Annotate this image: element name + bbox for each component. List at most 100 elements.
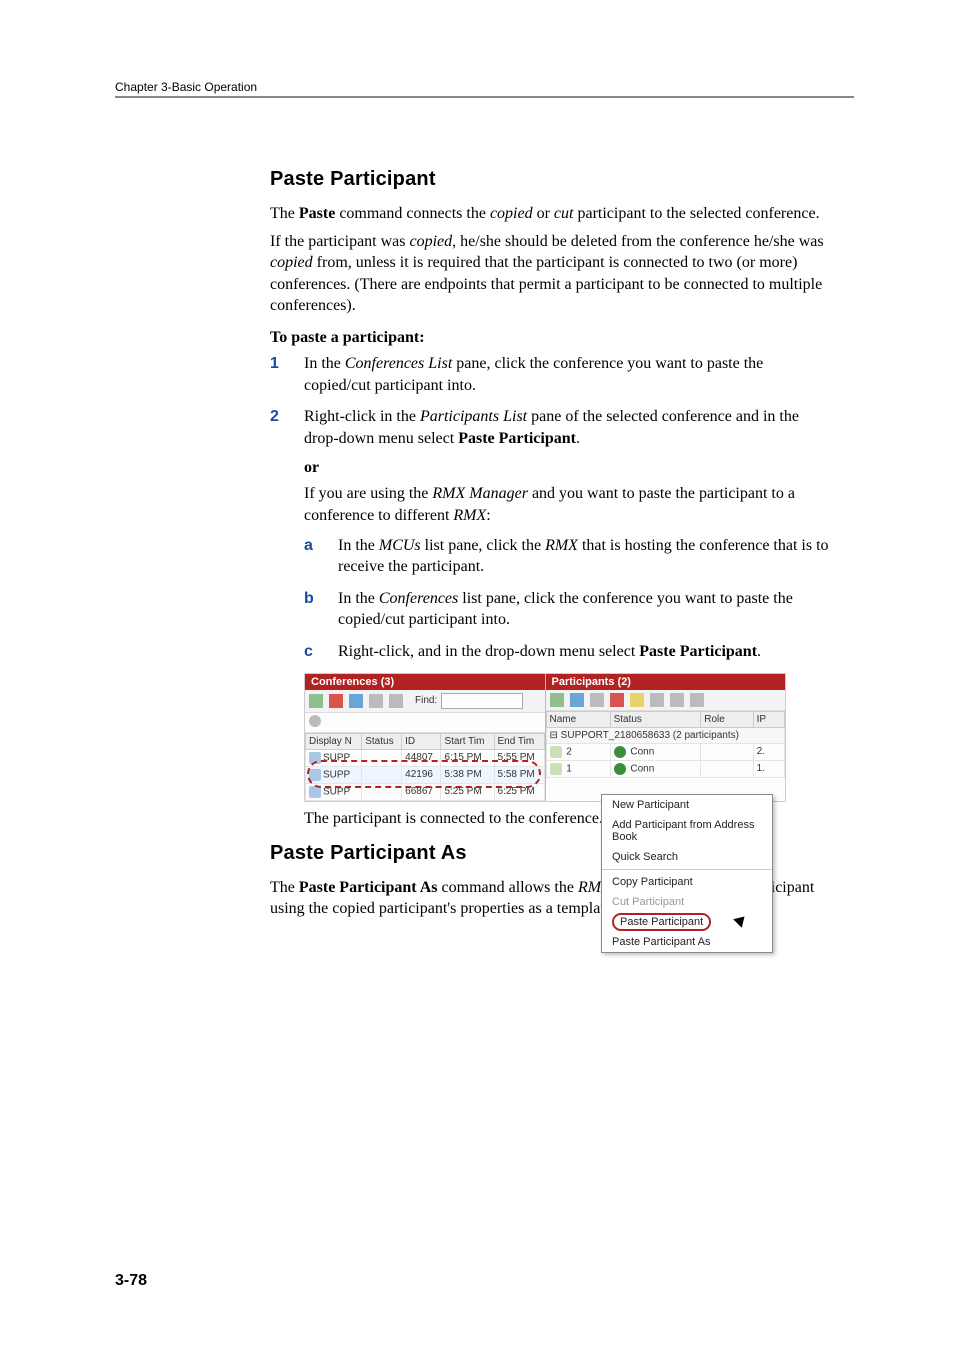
text-italic: RMX xyxy=(545,537,578,554)
text: . xyxy=(576,430,580,447)
section-title-paste-participant: Paste Participant xyxy=(270,168,829,191)
tool-icon[interactable] xyxy=(670,693,684,707)
group-row[interactable]: ⊟ SUPPORT_2180658633 (2 participants) xyxy=(546,727,785,743)
embedded-screenshot: Conferences (3) Find: xyxy=(304,673,786,802)
text: command connects the xyxy=(335,205,490,222)
delete-icon[interactable] xyxy=(329,694,343,708)
table-header-row: Display N Status ID Start Tim End Tim xyxy=(306,733,545,749)
conference-icon xyxy=(309,786,321,798)
menu-quick-search[interactable]: Quick Search xyxy=(602,847,772,867)
status-connected-icon xyxy=(614,763,626,775)
text: In the xyxy=(304,355,345,372)
cell: 1 xyxy=(566,763,572,774)
table-header-row: Name Status Role IP xyxy=(546,711,785,727)
after-or-para: If you are using the RMX Manager and you… xyxy=(304,483,829,526)
conference-icon xyxy=(309,752,321,764)
text: In the xyxy=(338,537,379,554)
participant-icon xyxy=(550,763,562,775)
text: or xyxy=(533,205,554,222)
conferences-table: Display N Status ID Start Tim End Tim SU… xyxy=(305,733,545,801)
addressbook-icon[interactable] xyxy=(570,693,584,707)
group-label: SUPPORT_2180658633 (2 participants) xyxy=(561,730,739,741)
add-icon[interactable] xyxy=(309,694,323,708)
cell: 2. xyxy=(753,743,784,760)
col-display[interactable]: Display N xyxy=(306,733,362,749)
text-bold: Paste xyxy=(299,205,335,222)
pause-icon[interactable] xyxy=(389,694,403,708)
text: from, unless it is required that the par… xyxy=(270,254,822,314)
participant-icon xyxy=(550,746,562,758)
table-row[interactable]: 2 Conn 2. xyxy=(546,743,785,760)
text-italic: Conferences xyxy=(379,590,458,607)
cell: 2 xyxy=(566,746,572,757)
text-italic: RMX Manager xyxy=(432,485,528,502)
search-row xyxy=(305,713,545,733)
col-status[interactable]: Status xyxy=(362,733,402,749)
table-row[interactable]: SUPP 66867 5:25 PM 6:25 PM xyxy=(306,783,545,800)
cell: 6:15 PM xyxy=(441,749,494,766)
cell: 1. xyxy=(753,760,784,777)
text: participant to the selected conference. xyxy=(573,205,819,222)
text: In the xyxy=(338,590,379,607)
text-italic: RMX xyxy=(453,507,486,524)
add-participant-icon[interactable] xyxy=(550,693,564,707)
text: list pane, click the xyxy=(421,537,545,554)
text: command allows the xyxy=(438,879,578,896)
text-italic: copied xyxy=(270,254,313,271)
participants-pane: Participants (2) Name xyxy=(546,674,786,801)
remove-icon[interactable] xyxy=(610,693,624,707)
find-input[interactable] xyxy=(441,693,523,709)
substep-c: c Right-click, and in the drop-down menu… xyxy=(304,641,829,663)
substep-a: a In the MCUs list pane, click the RMX t… xyxy=(304,535,829,578)
cell: SUPP xyxy=(323,769,350,780)
tool-icon[interactable] xyxy=(650,693,664,707)
substep-letter: a xyxy=(304,535,313,557)
conferences-toolbar: Find: xyxy=(305,690,545,713)
col-end[interactable]: End Tim xyxy=(494,733,544,749)
chapter-header: Chapter 3-Basic Operation xyxy=(115,80,854,94)
text-bold: Paste Participant xyxy=(639,643,757,660)
tool-icon[interactable] xyxy=(590,693,604,707)
text: : xyxy=(486,507,490,524)
cell: Conn xyxy=(630,763,654,774)
record-icon[interactable] xyxy=(369,694,383,708)
col-start[interactable]: Start Tim xyxy=(441,733,494,749)
col-status[interactable]: Status xyxy=(610,711,701,727)
tool-icon[interactable] xyxy=(690,693,704,707)
menu-paste-participant-as[interactable]: Paste Participant As xyxy=(602,932,772,952)
text: , he/she should be deleted from the conf… xyxy=(452,233,823,250)
cell: 5:55 PM xyxy=(494,749,544,766)
substep-b: b In the Conferences list pane, click th… xyxy=(304,588,829,631)
participants-table: Name Status Role IP ⊟ SUPPORT_2180658633… xyxy=(546,711,786,778)
layout-icon[interactable] xyxy=(349,694,363,708)
cell: 5:25 PM xyxy=(441,783,494,800)
cursor-icon xyxy=(736,914,748,930)
conferences-pane: Conferences (3) Find: xyxy=(305,674,546,801)
text-italic: Conferences List xyxy=(345,355,452,372)
text-bold: Paste Participant As xyxy=(299,879,438,896)
search-icon[interactable] xyxy=(309,715,321,727)
menu-new-participant[interactable]: New Participant xyxy=(602,795,772,815)
cell: 42196 xyxy=(402,766,441,783)
text: The xyxy=(270,879,299,896)
cell: 5:58 PM xyxy=(494,766,544,783)
context-menu: New Participant Add Participant from Add… xyxy=(601,794,773,953)
text-italic: cut xyxy=(554,205,574,222)
text: . xyxy=(757,643,761,660)
subhead-to-paste: To paste a participant: xyxy=(270,329,829,347)
col-role[interactable]: Role xyxy=(701,711,753,727)
menu-copy-participant[interactable]: Copy Participant xyxy=(602,872,772,892)
col-name[interactable]: Name xyxy=(546,711,610,727)
cell: SUPP xyxy=(323,786,350,797)
col-id[interactable]: ID xyxy=(402,733,441,749)
table-row-selected[interactable]: SUPP 42196 5:38 PM 5:58 PM xyxy=(306,766,545,783)
menu-add-from-addressbook[interactable]: Add Participant from Address Book xyxy=(602,815,772,847)
table-row[interactable]: SUPP 44807 6:15 PM 5:55 PM xyxy=(306,749,545,766)
cell: SUPP xyxy=(323,752,350,763)
step-number: 1 xyxy=(270,353,279,375)
mute-icon[interactable] xyxy=(630,693,644,707)
table-row[interactable]: 1 Conn 1. xyxy=(546,760,785,777)
col-ip[interactable]: IP xyxy=(753,711,784,727)
text: If the participant was xyxy=(270,233,410,250)
menu-cut-participant[interactable]: Cut Participant xyxy=(602,892,772,912)
